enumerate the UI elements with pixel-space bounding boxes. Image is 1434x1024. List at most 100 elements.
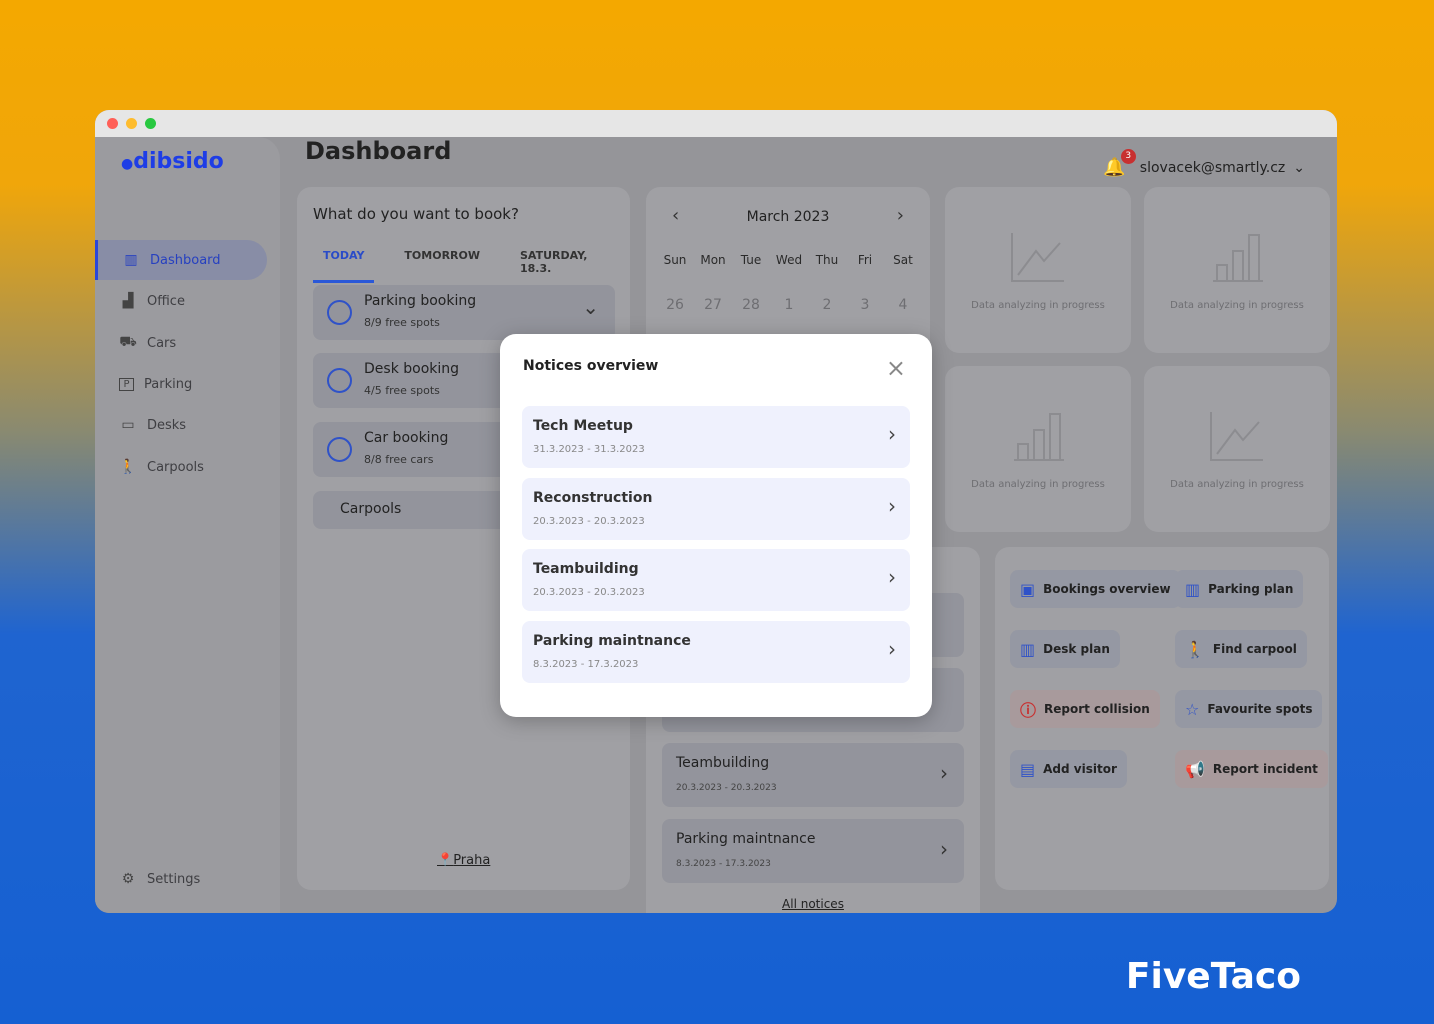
notice-dates: 31.3.2023 - 31.3.2023	[533, 444, 645, 455]
parking-booking-item[interactable]: Parking booking 8/9 free spots ⌄	[313, 285, 615, 340]
calendar-day[interactable]: 1	[772, 297, 806, 313]
notice-title: Parking maintnance	[676, 831, 816, 847]
calendar-day[interactable]: 27	[696, 297, 730, 313]
star-icon: ☆	[1185, 699, 1200, 719]
carpool-person-icon: 🚶	[119, 459, 137, 475]
weekday: Wed	[775, 253, 803, 267]
next-month-button[interactable]: ›	[897, 205, 904, 226]
notice-title: Parking maintnance	[533, 633, 691, 649]
parking-plan-button[interactable]: ▥ Parking plan	[1175, 570, 1304, 608]
weekday-row: Sun Mon Tue Wed Thu Fri Sat	[658, 253, 920, 267]
sidebar-item-carpools[interactable]: 🚶 Carpools	[95, 447, 267, 487]
progress-ring	[327, 300, 352, 325]
button-label: Desk plan	[1043, 642, 1110, 656]
sidebar-item-label: Carpools	[147, 459, 204, 475]
favourite-spots-button[interactable]: ☆ Favourite spots	[1175, 690, 1323, 728]
tab-tomorrow[interactable]: TOMORROW	[394, 249, 490, 283]
minimize-window-button[interactable]	[126, 118, 137, 129]
item-name: Parking booking	[364, 293, 477, 309]
sidebar-item-settings[interactable]: ⚙ Settings	[95, 859, 267, 899]
notice-dates: 20.3.2023 - 20.3.2023	[533, 587, 645, 598]
map-pin-icon: 📍	[437, 853, 454, 868]
notice-title: Tech Meetup	[533, 418, 633, 434]
location-label: Praha	[453, 853, 491, 868]
report-collision-button[interactable]: ⓘ Report collision	[1010, 690, 1160, 728]
calendar-day[interactable]: 3	[848, 297, 882, 313]
calendar-day[interactable]: 2	[810, 297, 844, 313]
item-name: Desk booking	[364, 361, 460, 377]
calendar-day[interactable]: 28	[734, 297, 768, 313]
maximize-window-button[interactable]	[145, 118, 156, 129]
chevron-right-icon: ›	[888, 422, 896, 446]
item-availability: 8/9 free spots	[364, 316, 440, 329]
notice-item[interactable]: Parking maintnance 8.3.2023 - 17.3.2023 ›	[662, 819, 964, 883]
button-label: Bookings overview	[1043, 582, 1171, 596]
sidebar-item-parking[interactable]: P Parking	[95, 364, 267, 404]
sidebar-item-office[interactable]: ▟ Office	[95, 281, 267, 321]
logo[interactable]: ●dibsido	[121, 149, 224, 174]
add-visitor-button[interactable]: ▤ Add visitor	[1010, 750, 1127, 788]
report-incident-button[interactable]: 📢 Report incident	[1175, 750, 1328, 788]
location-link[interactable]: 📍Praha	[437, 853, 490, 868]
notice-dates: 8.3.2023 - 17.3.2023	[533, 659, 639, 670]
sidebar-item-desks[interactable]: ▭ Desks	[95, 405, 267, 445]
progress-ring	[327, 437, 352, 462]
button-label: Report incident	[1212, 762, 1318, 776]
stat-status: Data analyzing in progress	[1170, 300, 1304, 311]
calendar-day[interactable]: 26	[658, 297, 692, 313]
chevron-right-icon: ›	[940, 837, 948, 861]
megaphone-icon: 📢	[1185, 759, 1205, 779]
calendar-month: March 2023	[746, 209, 830, 225]
car-icon: ⛟	[119, 334, 137, 350]
sidebar-item-cars[interactable]: ⛟ Cars	[95, 323, 267, 363]
calendar-day[interactable]: 4	[886, 297, 920, 313]
modal-notice-item[interactable]: Parking maintnance 8.3.2023 - 17.3.2023 ›	[522, 621, 910, 683]
modal-notice-item[interactable]: Teambuilding 20.3.2023 - 20.3.2023 ›	[522, 549, 910, 611]
notice-title: Reconstruction	[533, 490, 653, 506]
notice-dates: 20.3.2023 - 20.3.2023	[676, 783, 777, 793]
chevron-right-icon: ›	[888, 565, 896, 589]
close-icon[interactable]: ×	[886, 354, 906, 382]
chevron-down-icon[interactable]: ⌄	[582, 295, 599, 319]
item-name: Carpools	[340, 501, 402, 517]
tab-today[interactable]: TODAY	[313, 249, 375, 283]
modal-notice-item[interactable]: Tech Meetup 31.3.2023 - 31.3.2023 ›	[522, 406, 910, 468]
item-availability: 4/5 free spots	[364, 384, 440, 397]
calendar-check-icon: ▣	[1020, 579, 1036, 599]
close-window-button[interactable]	[107, 118, 118, 129]
progress-ring	[327, 368, 352, 393]
modal-notice-item[interactable]: Reconstruction 20.3.2023 - 20.3.2023 ›	[522, 478, 910, 540]
button-label: Report collision	[1044, 702, 1150, 716]
visitor-badge-icon: ▤	[1020, 759, 1036, 779]
user-email: slovacek@smartly.cz	[1139, 159, 1286, 176]
notice-dates: 20.3.2023 - 20.3.2023	[533, 516, 645, 527]
weekday: Thu	[815, 253, 839, 267]
weekday: Tue	[740, 253, 762, 267]
stat-card: Data analyzing in progress	[1144, 187, 1330, 353]
map-icon: ▥	[1020, 639, 1036, 659]
notice-item[interactable]: Teambuilding 20.3.2023 - 20.3.2023 ›	[662, 743, 964, 807]
booking-question: What do you want to book?	[313, 205, 519, 223]
chevron-right-icon: ›	[888, 637, 896, 661]
day-tabs: TODAY TOMORROW SATURDAY, 18.3.	[313, 249, 630, 283]
quick-actions-card: ▣ Bookings overview ▥ Parking plan ▥ Desk p…	[995, 547, 1329, 890]
parking-icon: P	[119, 377, 134, 391]
notice-dates: 8.3.2023 - 17.3.2023	[676, 859, 771, 869]
desk-plan-button[interactable]: ▥ Desk plan	[1010, 630, 1120, 668]
chevron-right-icon: ›	[940, 761, 948, 785]
bookings-overview-button[interactable]: ▣ Bookings overview	[1010, 570, 1181, 608]
sidebar-item-dashboard[interactable]: ▥ Dashboard	[95, 240, 267, 280]
button-label: Parking plan	[1208, 582, 1294, 596]
sidebar-item-label: Dashboard	[150, 252, 221, 268]
user-menu[interactable]: 🔔 3 slovacek@smartly.cz ⌄	[1103, 149, 1305, 178]
sidebar-item-label: Office	[147, 293, 185, 309]
tab-saturday[interactable]: SATURDAY, 18.3.	[510, 249, 610, 283]
stat-card: Data analyzing in progress	[1144, 366, 1330, 532]
weekday: Sat	[893, 253, 913, 267]
bell-icon[interactable]: 🔔 3	[1103, 149, 1136, 178]
carpool-person-icon: 🚶	[1185, 639, 1205, 659]
button-label: Favourite spots	[1207, 702, 1313, 716]
gear-icon: ⚙	[121, 871, 135, 887]
all-notices-link[interactable]: All notices	[646, 897, 980, 911]
find-carpool-button[interactable]: 🚶 Find carpool	[1175, 630, 1307, 668]
